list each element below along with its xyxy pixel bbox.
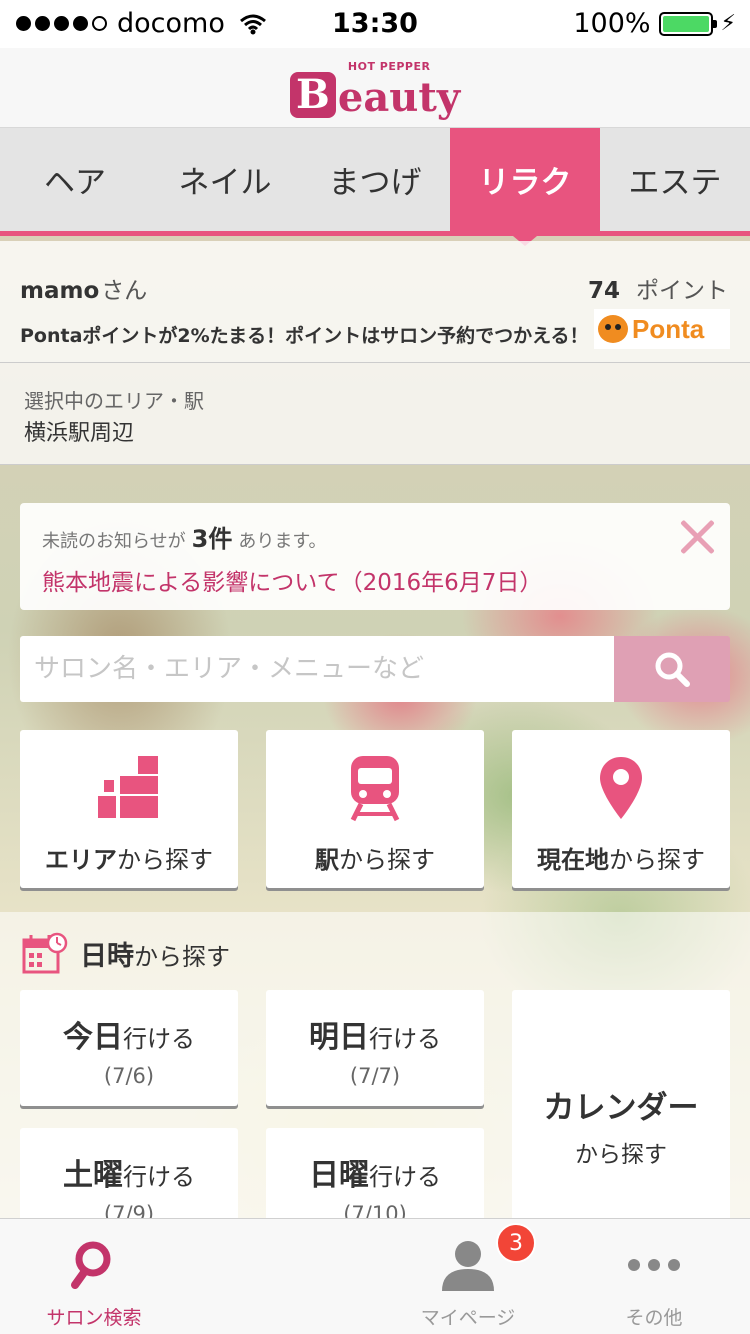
station-search-label-bold: 駅: [315, 846, 339, 874]
date-search-title-bold: 日時: [80, 940, 134, 972]
nav-salon-search-label: サロン検索: [46, 1307, 142, 1329]
notice-banner: 未読のお知らせが 3件 あります。 熊本地震による影響について（2016年6月7日）: [20, 503, 730, 610]
today-label-rest: 行ける: [123, 1025, 195, 1053]
search-input[interactable]: [20, 636, 614, 702]
search-icon: [655, 652, 690, 687]
station-search-label: 駅から探す: [315, 840, 435, 875]
tomorrow-label: 明日: [309, 1020, 369, 1055]
nav-more-label: その他: [625, 1307, 683, 1329]
status-right: 100% ⚡: [573, 8, 736, 39]
tomorrow-button[interactable]: 明日行ける (7/7): [266, 990, 484, 1106]
charging-icon: ⚡: [720, 11, 736, 36]
sunday-label: 日曜: [309, 1158, 369, 1193]
selected-area-panel[interactable]: 選択中のエリア・駅 横浜駅周辺: [0, 363, 750, 465]
hot-pepper-beauty-logo: HOT PEPPER B eauty: [289, 58, 461, 121]
logo-b-mark: B: [289, 71, 336, 118]
date-search-section: 日時から探す 今日行ける (7/6) 明日行ける (7/7) 土曜行ける (7/…: [0, 912, 750, 1250]
area-search-label-rest: から探す: [117, 846, 213, 874]
points-value: 74: [587, 278, 620, 304]
area-search-button[interactable]: エリアから探す: [20, 730, 238, 888]
today-button[interactable]: 今日行ける (7/6): [20, 990, 238, 1106]
person-icon: [442, 1241, 494, 1291]
points-display: 74 ポイント: [588, 271, 728, 305]
location-search-label-rest: から探す: [609, 846, 705, 874]
more-dots-icon: [628, 1259, 680, 1271]
logo-small-text: HOT PEPPER: [347, 59, 431, 73]
user-greeting: mamoさん: [20, 271, 147, 305]
area-search-label: エリアから探す: [45, 840, 213, 875]
station-search-label-rest: から探す: [339, 846, 435, 874]
notice-link[interactable]: 熊本地震による影響について（2016年6月7日）: [42, 563, 542, 597]
location-search-label-bold: 現在地: [537, 846, 609, 874]
user-suffix: さん: [101, 278, 148, 304]
notice-prefix: 未読のお知らせが: [42, 531, 186, 552]
area-search-label-bold: エリア: [45, 846, 117, 874]
today-date: (7/6): [103, 1064, 155, 1088]
map-pin-icon: [600, 757, 642, 819]
nav-mypage[interactable]: 3 マイページ: [378, 1219, 558, 1334]
tomorrow-date: (7/7): [349, 1064, 401, 1088]
calendar-clock-icon: [22, 932, 68, 974]
nav-salon-search[interactable]: サロン検索: [4, 1219, 184, 1334]
magnifier-icon: [71, 1241, 111, 1289]
app-header: HOT PEPPER B eauty: [0, 48, 750, 128]
area-value: 横浜駅周辺: [24, 421, 135, 446]
points-unit: ポイント: [636, 278, 728, 304]
search-button[interactable]: [614, 636, 730, 702]
calendar-label: カレンダー: [543, 1090, 699, 1126]
tab-hair[interactable]: ヘア: [0, 128, 150, 231]
user-name: mamo: [20, 278, 100, 304]
bottom-tab-bar: サロン検索 3 マイページ その他: [0, 1218, 750, 1334]
ponta-logo: Ponta: [594, 309, 730, 349]
area-blocks-icon: [98, 756, 158, 818]
calendar-sublabel: から探す: [575, 1142, 667, 1168]
ponta-logo-text: Ponta: [632, 313, 705, 344]
train-icon: [350, 756, 400, 822]
unread-notice-text: 未読のお知らせが 3件 あります。: [42, 519, 327, 554]
close-icon[interactable]: [678, 517, 716, 555]
current-location-search-button[interactable]: 現在地から探す: [512, 730, 730, 888]
status-bar: docomo 13:30 100% ⚡: [0, 0, 750, 48]
sunday-label-rest: 行ける: [369, 1163, 441, 1191]
battery-percent: 100%: [573, 8, 651, 39]
mypage-badge: 3: [496, 1223, 536, 1263]
notice-count: 3件: [191, 525, 233, 553]
nav-mypage-label: マイページ: [420, 1307, 516, 1329]
tomorrow-label-rest: 行ける: [369, 1025, 441, 1053]
tab-nail[interactable]: ネイル: [150, 128, 300, 231]
tab-eyelash[interactable]: まつげ: [300, 128, 450, 231]
calendar-search-button[interactable]: カレンダー から探す: [512, 990, 730, 1250]
nav-more[interactable]: その他: [564, 1219, 744, 1334]
date-search-title: 日時から探す: [80, 934, 230, 973]
notice-suffix: あります。: [238, 531, 327, 552]
saturday-label-rest: 行ける: [123, 1163, 195, 1191]
category-tabs: ヘア ネイル まつげ リラク エステ: [0, 128, 750, 246]
date-search-header: 日時から探す: [22, 932, 230, 974]
user-panel[interactable]: mamoさん 74 ポイント Pontaポイントが2%たまる！ポイントはサロン予約…: [0, 241, 750, 363]
area-label: 選択中のエリア・駅: [24, 389, 204, 413]
saturday-label: 土曜: [63, 1158, 123, 1193]
logo-word: eauty: [337, 73, 461, 121]
tab-relaxation[interactable]: リラク: [450, 128, 600, 246]
station-search-button[interactable]: 駅から探す: [266, 730, 484, 888]
today-label: 今日: [63, 1020, 123, 1055]
ponta-message: Pontaポイントが2%たまる！ポイントはサロン予約でつかえる！: [20, 325, 589, 347]
date-search-title-rest: から探す: [134, 942, 230, 971]
location-search-label: 現在地から探す: [537, 840, 705, 875]
tab-esthetic[interactable]: エステ: [600, 128, 750, 231]
battery-icon: [658, 11, 717, 36]
ponta-mascot-icon: [598, 315, 628, 343]
